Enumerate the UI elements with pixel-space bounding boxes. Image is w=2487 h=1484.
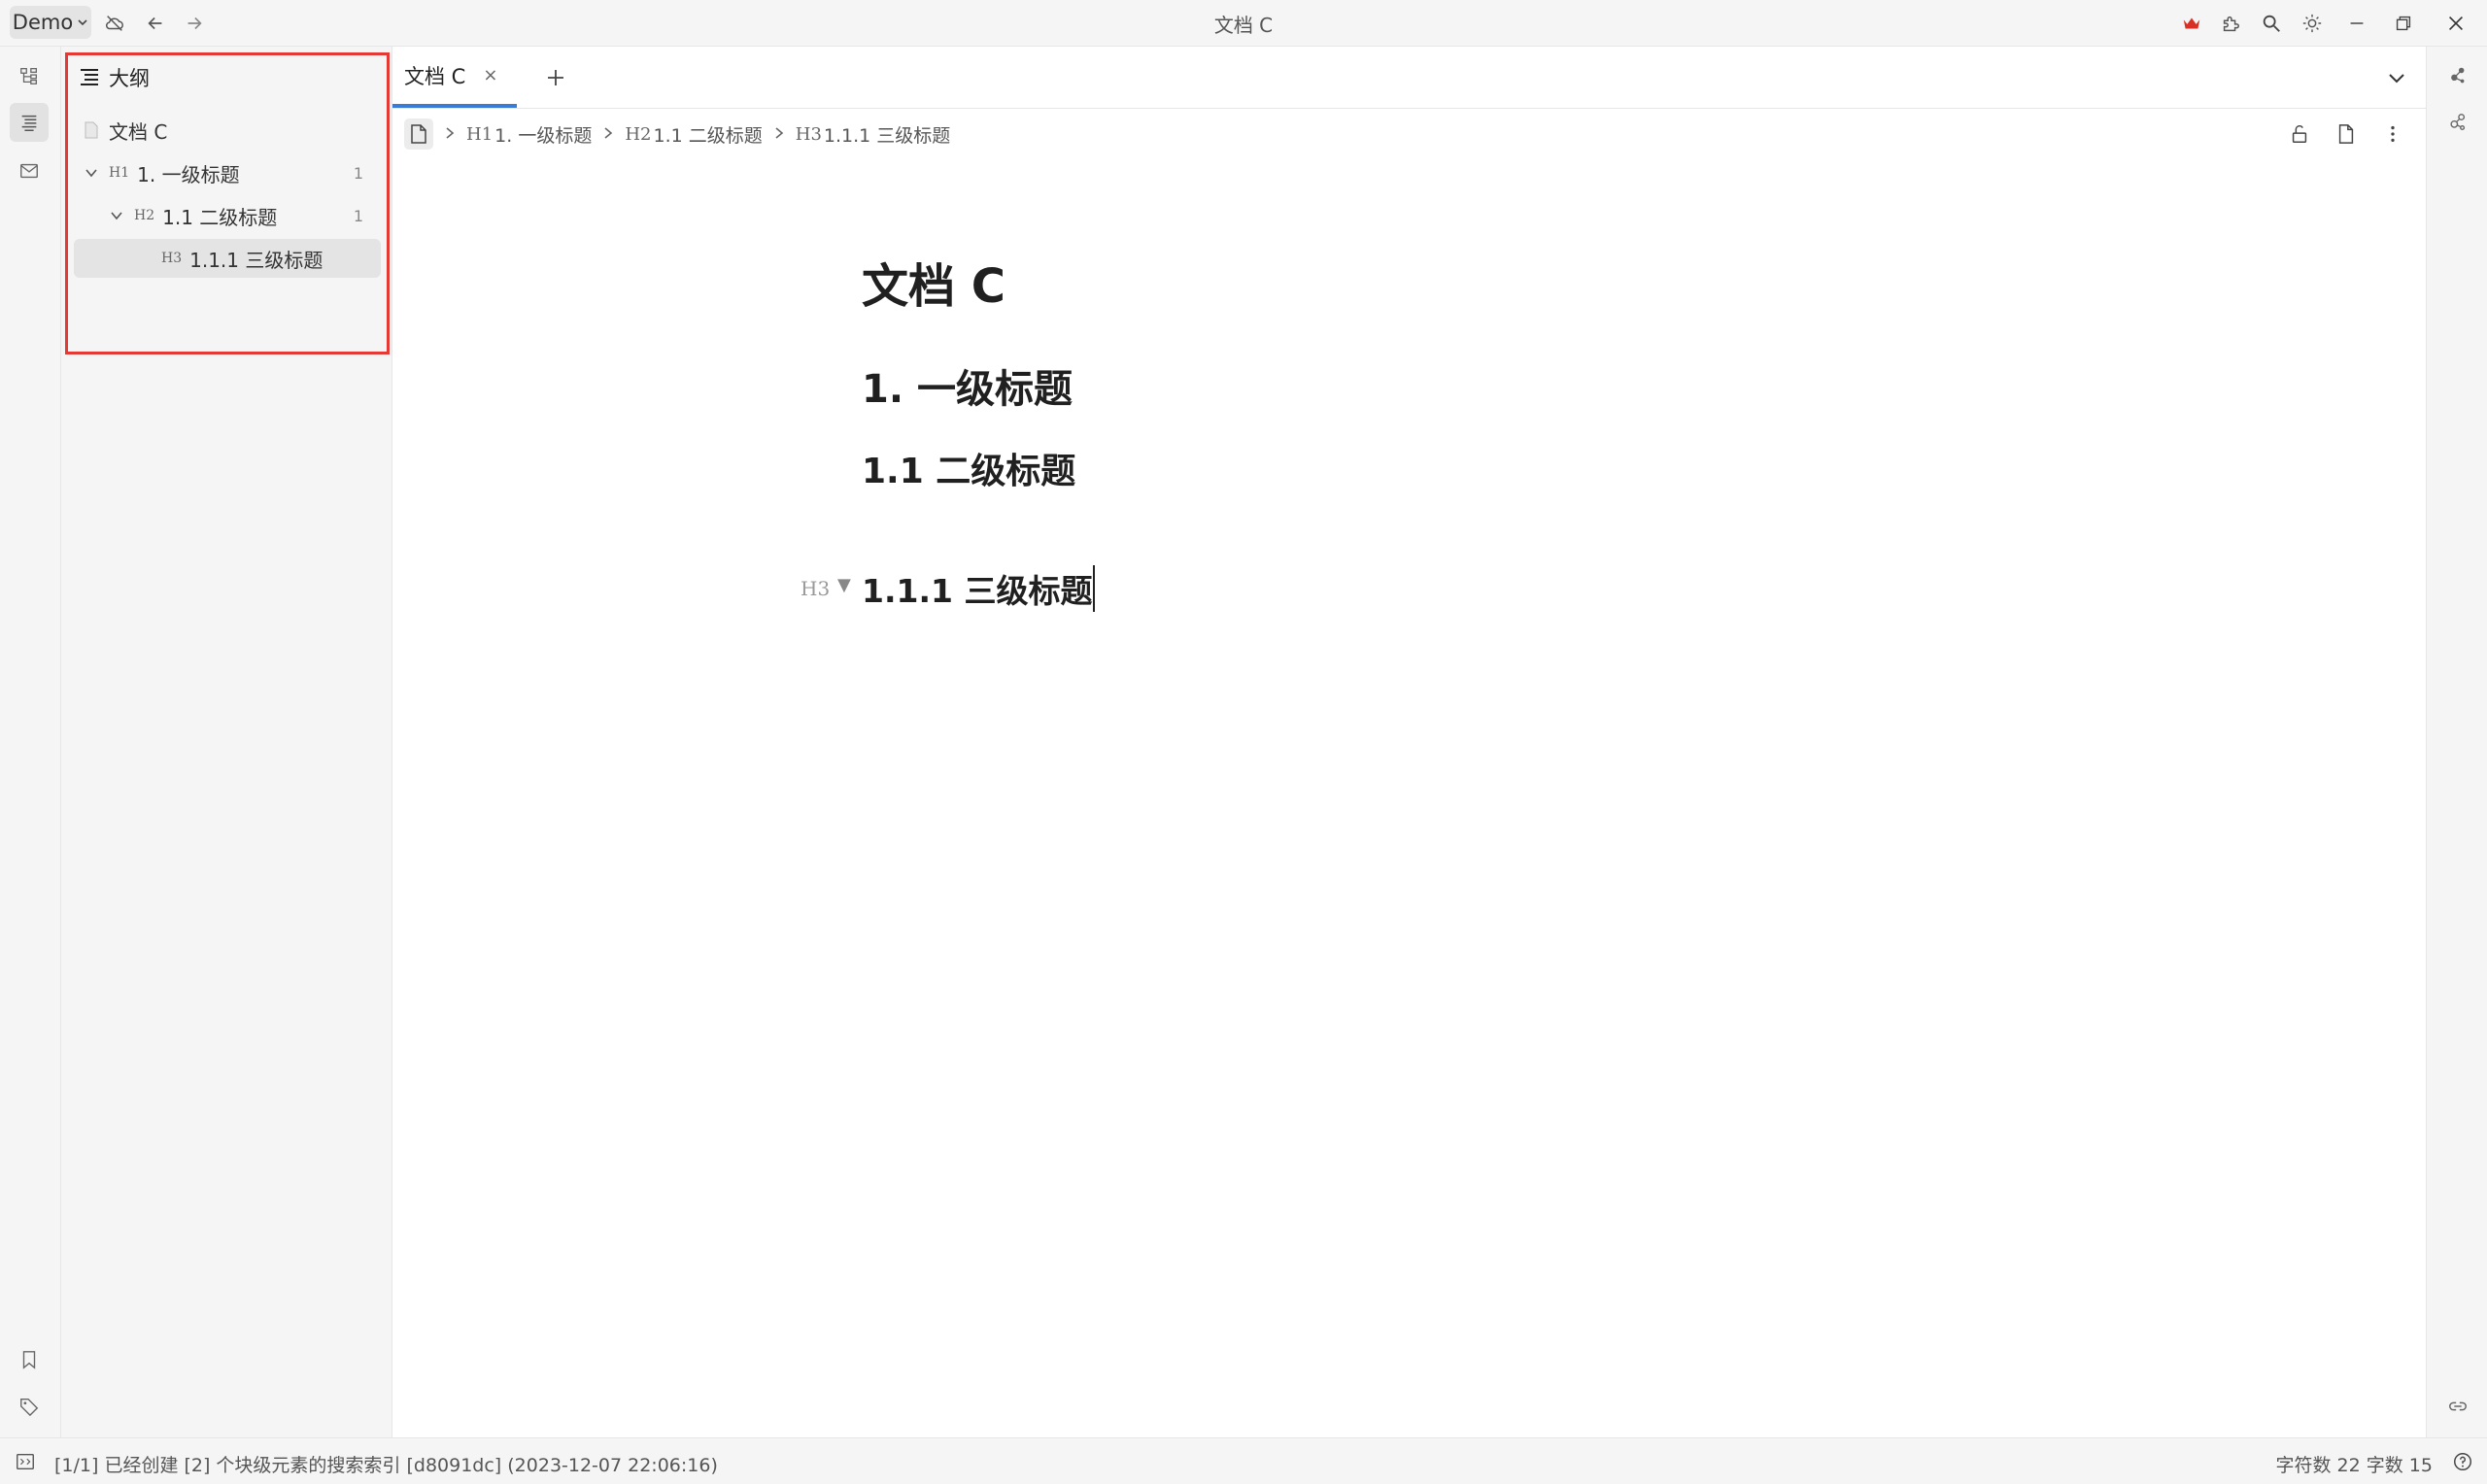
inbox-mail-icon[interactable] — [10, 152, 49, 190]
breadcrumb-item-h3[interactable]: H3 1.1.1 三级标题 — [796, 121, 951, 148]
heading-level-tag: H2 — [134, 208, 155, 223]
breadcrumb-label: 1.1.1 三级标题 — [823, 124, 951, 147]
theme-sun-icon[interactable] — [2297, 8, 2328, 39]
plugin-puzzle-icon[interactable] — [2215, 8, 2246, 39]
chevron-down-icon — [78, 19, 87, 26]
more-vertical-icon[interactable] — [2375, 117, 2410, 152]
status-panel-icon[interactable] — [14, 1450, 37, 1473]
restore-icon[interactable] — [2388, 8, 2419, 39]
unlock-icon[interactable] — [2282, 117, 2317, 152]
tab-label: 文档 C — [404, 64, 466, 88]
outline-item-label: 1. 一级标题 — [137, 162, 240, 186]
breadcrumb: H1 1. 一级标题 H2 1.1 二级标题 H3 1.1.1 三级标题 — [404, 115, 950, 153]
tab-list-chevron-icon[interactable] — [2379, 60, 2414, 95]
workspace-switcher[interactable]: Demo — [10, 6, 91, 39]
chevron-down-icon[interactable] — [82, 163, 101, 183]
outline-item-h2[interactable]: H2 1.1 二级标题 1 — [107, 196, 363, 235]
file-tree-icon[interactable] — [10, 56, 49, 95]
breadcrumb-label: 1. 一级标题 — [494, 124, 593, 147]
tab-close-icon[interactable]: × — [483, 65, 497, 85]
breadcrumb-separator-icon — [601, 123, 615, 145]
global-graph-icon[interactable] — [2438, 103, 2477, 142]
outline-item-label: 1.1 二级标题 — [162, 205, 278, 229]
document-title[interactable]: 文档 C — [862, 248, 1005, 316]
outline-icon[interactable] — [10, 103, 49, 142]
heading-2-block[interactable]: 1.1 二级标题 — [862, 443, 1075, 493]
document-icon — [84, 121, 99, 139]
status-bar: [1/1] 已经创建 [2] 个块级元素的搜索索引 [d8091dc] (202… — [0, 1437, 2487, 1484]
cloud-sync-icon[interactable] — [99, 8, 130, 39]
breadcrumb-item-h1[interactable]: H1 1. 一级标题 — [466, 121, 592, 148]
heading-level-marker[interactable]: H3 — [801, 577, 830, 600]
graph-view-icon[interactable] — [2438, 56, 2477, 95]
outline-item-root[interactable]: 文档 C — [84, 111, 375, 150]
outline-header: 大纲 — [78, 60, 150, 95]
heading-level-tag: H3 — [795, 123, 822, 145]
outline-item-h1[interactable]: H1 1. 一级标题 1 — [82, 153, 363, 192]
back-arrow-icon[interactable] — [140, 8, 171, 39]
heading-level-tag: H1 — [466, 123, 494, 145]
workspace-name: Demo — [12, 11, 74, 34]
backlink-chain-icon[interactable] — [2438, 1387, 2477, 1426]
close-window-icon[interactable] — [2440, 8, 2471, 39]
window-title: 文档 C — [1213, 13, 1274, 37]
search-icon[interactable] — [2256, 8, 2287, 39]
left-dock — [0, 47, 61, 1437]
word-count: 字符数 22 字数 15 — [2275, 1455, 2433, 1476]
outline-item-label: 1.1.1 三级标题 — [189, 248, 324, 272]
outline-item-label: 文档 C — [109, 119, 168, 144]
heading-3-block[interactable]: 1.1.1 三级标题 — [862, 565, 1096, 612]
crown-icon[interactable] — [2176, 8, 2207, 39]
tag-icon[interactable] — [10, 1387, 49, 1426]
outline-item-count: 1 — [353, 163, 363, 183]
outline-header-icon — [81, 69, 98, 85]
editor-area: 文档 C × H1 1. 一级标题 H2 1.1 二级标题 H3 1.1.1 三… — [392, 47, 2426, 1437]
forward-arrow-icon[interactable] — [179, 8, 210, 39]
new-tab-plus-icon[interactable] — [538, 60, 573, 95]
help-icon[interactable] — [2450, 1449, 2475, 1474]
document-info-icon[interactable] — [2329, 117, 2364, 152]
status-message: [1/1] 已经创建 [2] 个块级元素的搜索索引 [d8091dc] (202… — [54, 1455, 718, 1476]
heading-level-tag: H1 — [109, 165, 130, 181]
fold-caret-icon[interactable]: ▼ — [837, 575, 851, 595]
breadcrumb-doc-icon[interactable] — [404, 118, 433, 150]
title-bar: Demo 文档 C — [0, 0, 2487, 47]
breadcrumb-separator-icon — [443, 123, 457, 145]
outline-item-h3[interactable]: H3 1.1.1 三级标题 — [74, 239, 381, 278]
breadcrumb-separator-icon — [772, 123, 786, 145]
outline-title: 大纲 — [109, 67, 150, 90]
breadcrumb-label: 1.1 二级标题 — [653, 124, 763, 147]
heading-1-block[interactable]: 1. 一级标题 — [862, 357, 1073, 414]
minimize-icon[interactable] — [2341, 8, 2372, 39]
heading-level-tag: H3 — [161, 251, 183, 266]
right-dock — [2426, 47, 2487, 1437]
bookmark-icon[interactable] — [10, 1340, 49, 1379]
breadcrumb-item-h2[interactable]: H2 1.1 二级标题 — [625, 121, 762, 148]
tab-bar: 文档 C × — [392, 47, 2426, 109]
tab-document-c[interactable]: 文档 C × — [392, 47, 517, 108]
heading-level-tag: H2 — [625, 123, 652, 145]
chevron-down-icon[interactable] — [107, 206, 126, 225]
outline-item-count: 1 — [353, 206, 363, 225]
